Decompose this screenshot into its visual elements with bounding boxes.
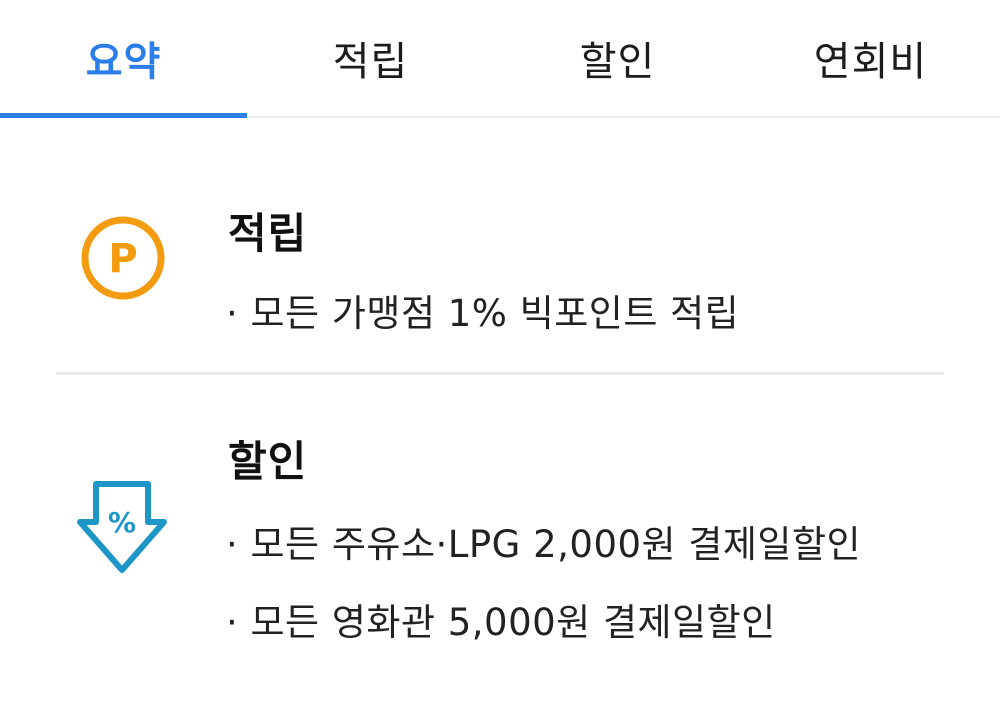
svg-text:P: P (108, 236, 137, 282)
point-circle-icon: P (74, 209, 174, 309)
points-heading: 적립 (228, 209, 308, 258)
svg-text:%: % (108, 506, 136, 539)
tab-points[interactable]: 적립 (247, 0, 494, 116)
discount-item-movie: · 모든 영화관 5,000원 결제일할인 (226, 601, 776, 644)
discount-arrow-icon: % (74, 478, 174, 578)
points-item: · 모든 가맹점 1% 빅포인트 적립 (226, 292, 740, 335)
tab-discount[interactable]: 할인 (494, 0, 741, 116)
discount-heading: 할인 (228, 437, 308, 486)
section-divider (56, 372, 944, 375)
tab-annual-fee[interactable]: 연회비 (741, 0, 1000, 116)
active-tab-indicator (0, 113, 247, 118)
tab-summary[interactable]: 요약 (0, 0, 247, 116)
discount-item-gas: · 모든 주유소·LPG 2,000원 결제일할인 (226, 523, 862, 566)
tab-bar: 요약 적립 할인 연회비 (0, 0, 1000, 118)
